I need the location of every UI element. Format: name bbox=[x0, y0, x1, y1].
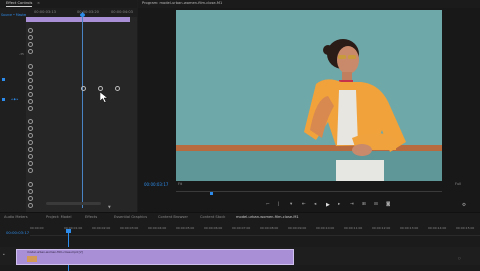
ruler-label: 00:00:07:00 bbox=[232, 226, 251, 230]
ruler-label: 00:00:12:00 bbox=[372, 226, 391, 230]
source-label[interactable]: Source • Master bbox=[1, 13, 27, 17]
ruler-label: 00:00:03:00 bbox=[120, 226, 139, 230]
play-icon[interactable]: ▶ bbox=[326, 203, 330, 208]
settings-icon[interactable]: ⚙ bbox=[462, 203, 466, 209]
video-image bbox=[176, 10, 442, 181]
ruler-label: 00:00:13:00 bbox=[400, 226, 419, 230]
add-marker-icon[interactable]: ▾ bbox=[290, 202, 292, 208]
step-forward-icon[interactable]: ▸ bbox=[338, 202, 340, 208]
horizontal-scrollbar[interactable] bbox=[46, 202, 101, 205]
clip-label: model-urban-women-film-close.mp4 [V] bbox=[27, 250, 83, 254]
zoom-icon[interactable]: ○ bbox=[458, 257, 461, 260]
ruler-label: 00:00:15:00 bbox=[456, 226, 475, 230]
tab-content-browser[interactable]: Content Browser bbox=[158, 215, 188, 220]
tab-essential-graphics[interactable]: Essential Graphics bbox=[114, 215, 147, 220]
ruler-line bbox=[30, 235, 480, 236]
go-to-out-icon[interactable]: ⇥ bbox=[350, 202, 354, 208]
ruler-label: 00:00:05:00 bbox=[176, 226, 195, 230]
video-frame[interactable] bbox=[176, 10, 442, 181]
property-marker bbox=[2, 78, 5, 81]
timeline-timecode[interactable]: 00:00:03:17 bbox=[6, 231, 29, 235]
step-back-icon[interactable]: ◂ bbox=[314, 202, 316, 208]
mark-out-icon[interactable]: | bbox=[278, 202, 280, 208]
fit-dropdown[interactable]: Fit bbox=[178, 182, 182, 187]
ruler-label: 00:00:02:00 bbox=[92, 226, 111, 230]
toggle-keyframe-icon[interactable]: ◂ ◆ ▸ bbox=[11, 98, 18, 101]
tab-close-icon[interactable]: × bbox=[37, 1, 40, 6]
tab-program[interactable]: Program: model-urban-women-film-close-M1 bbox=[142, 1, 222, 6]
effect-properties-column: Source • Master -35 ◂ ◆ ▸ bbox=[0, 8, 27, 212]
transport-controls: ⌐ | ▾ ⇤ ◂ ▶ ▸ ⇥ ⊞ ⊟ ◙ bbox=[266, 202, 396, 209]
program-timecode[interactable]: 00:00:03:17 bbox=[144, 183, 168, 187]
tab-project[interactable]: Project: Model bbox=[46, 215, 71, 220]
playhead-line[interactable] bbox=[82, 12, 83, 208]
keyframe[interactable] bbox=[115, 86, 120, 91]
ruler-label: 00:00:04:00 bbox=[148, 226, 167, 230]
ruler-label: 00:00:08:00 bbox=[260, 226, 279, 230]
ruler-label: 00:00:09:00 bbox=[288, 226, 307, 230]
ruler-label: 00:00:06:00 bbox=[204, 226, 223, 230]
extract-icon[interactable]: ⊟ bbox=[374, 202, 378, 208]
property-value[interactable]: -35 bbox=[19, 53, 24, 56]
ruler-timecode: 00:00:03:13 bbox=[34, 10, 56, 14]
lift-icon[interactable]: ⊞ bbox=[362, 202, 366, 208]
clip-thumbnail bbox=[27, 256, 37, 262]
timeline-tabbar: Audio Meters Project: Model Effects Esse… bbox=[0, 213, 480, 221]
ruler-label: 00:00:11:00 bbox=[344, 226, 363, 230]
timeline-ruler[interactable]: 00:00:00 00:00:01:00 00:00:02:00 00:00:0… bbox=[30, 225, 480, 235]
filter-icon[interactable]: ▼ bbox=[108, 205, 111, 210]
keyframe[interactable] bbox=[81, 86, 86, 91]
tab-content-stock[interactable]: Content Stock bbox=[200, 215, 225, 220]
timeline-panel: Audio Meters Project: Model Effects Esse… bbox=[0, 212, 480, 271]
export-frame-icon[interactable]: ◙ bbox=[386, 202, 390, 208]
tab-effects[interactable]: Effects bbox=[85, 215, 97, 220]
timeline-playhead-handle[interactable] bbox=[66, 229, 71, 233]
ruler-label: 00:00:00 bbox=[30, 226, 44, 230]
clip-bar[interactable] bbox=[26, 17, 130, 22]
keyframe-area[interactable]: 00:00:03:13 00:00:03:20 00:00:04:03 ▼ bbox=[26, 8, 137, 212]
keyframe[interactable] bbox=[98, 86, 103, 91]
program-monitor: Program: model-urban-women-film-close-M1 bbox=[138, 0, 480, 212]
scrub-playhead[interactable] bbox=[210, 192, 213, 195]
ruler-label: 00:00:10:00 bbox=[316, 226, 335, 230]
ruler-label: 00:00:14:00 bbox=[428, 226, 447, 230]
tab-sequence[interactable]: model-urban-women-film-close-M1 bbox=[236, 215, 299, 220]
program-monitor-tabbar: Program: model-urban-women-film-close-M1 bbox=[138, 0, 480, 8]
keyframe-toggle-column bbox=[26, 22, 34, 212]
ruler-timecode: 00:00:04:03 bbox=[111, 10, 133, 14]
go-to-in-icon[interactable]: ⇤ bbox=[302, 202, 306, 208]
playhead-handle[interactable] bbox=[80, 13, 85, 17]
effect-controls-panel: Effect Controls × Source • Master -35 ◂ … bbox=[0, 0, 137, 212]
video-clip[interactable]: model-urban-women-film-close.mp4 [V] bbox=[16, 249, 294, 265]
tab-audio-meters[interactable]: Audio Meters bbox=[4, 215, 28, 220]
tab-effect-controls[interactable]: Effect Controls bbox=[6, 1, 33, 7]
scrub-bar[interactable] bbox=[176, 191, 442, 192]
mark-in-icon[interactable]: ⌐ bbox=[266, 202, 270, 208]
track-lock-icon[interactable]: 🔒︎ bbox=[3, 253, 5, 256]
mouse-cursor-icon bbox=[100, 92, 108, 103]
quality-dropdown[interactable]: Full bbox=[455, 182, 461, 187]
property-marker bbox=[2, 98, 5, 101]
